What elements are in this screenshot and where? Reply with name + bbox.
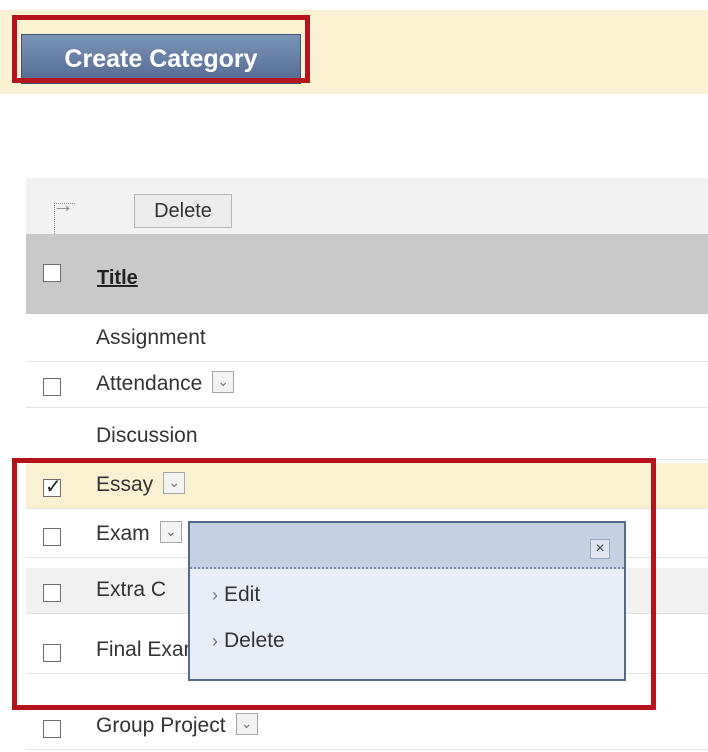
select-all-checkbox[interactable] <box>43 264 61 282</box>
list-action-toolbar: → Delete <box>26 178 708 242</box>
row-checkbox[interactable] <box>43 644 61 662</box>
chevron-down-icon[interactable]: ⌄ <box>163 472 186 495</box>
table-row: Group Project ⌄ <box>26 704 708 750</box>
row-title: Assignment <box>96 326 206 349</box>
table-row: Assignment <box>26 316 708 362</box>
row-title: Essay <box>96 473 154 496</box>
chevron-right-icon: › <box>212 585 218 605</box>
table-row-selected: Essay ⌄ <box>26 463 708 509</box>
row-checkbox[interactable] <box>43 528 61 546</box>
row-checkbox-checked[interactable] <box>43 474 62 499</box>
title-column-sort-link[interactable]: Title <box>97 267 138 290</box>
row-title: Discussion <box>96 424 198 447</box>
chevron-down-icon[interactable]: ⌄ <box>212 371 235 394</box>
action-bar: Create Category <box>0 10 708 94</box>
menu-item-label: Delete <box>224 629 285 652</box>
row-title: Final Exam <box>96 638 202 661</box>
row-title: Exam <box>96 522 150 545</box>
menu-item-label: Edit <box>224 583 261 606</box>
row-checkbox[interactable] <box>43 378 61 396</box>
row-context-menu: × › Edit › Delete <box>188 521 626 681</box>
row-checkbox[interactable] <box>43 720 61 738</box>
table-row: Discussion <box>26 414 708 460</box>
table-header: Title <box>26 234 708 314</box>
row-title: Extra C <box>96 578 167 601</box>
chevron-right-icon: › <box>212 631 218 651</box>
delete-selected-button[interactable]: Delete <box>134 194 232 228</box>
row-title: Attendance <box>96 372 203 395</box>
row-title: Group Project <box>96 714 226 737</box>
menu-item-edit[interactable]: › Edit <box>212 583 260 607</box>
chevron-down-icon[interactable]: ⌄ <box>235 713 258 736</box>
chevron-down-icon[interactable]: ⌄ <box>159 521 182 544</box>
row-checkbox[interactable] <box>43 584 61 602</box>
create-category-button[interactable]: Create Category <box>21 34 301 84</box>
corner-arrow-icon: → <box>52 192 75 242</box>
grade-categories-page: Create Category → Delete Title Assignmen… <box>0 0 708 752</box>
close-icon[interactable]: × <box>590 539 610 559</box>
menu-item-delete[interactable]: › Delete <box>212 629 285 653</box>
context-menu-header: × <box>190 523 624 569</box>
table-row: Attendance ⌄ <box>26 362 708 408</box>
